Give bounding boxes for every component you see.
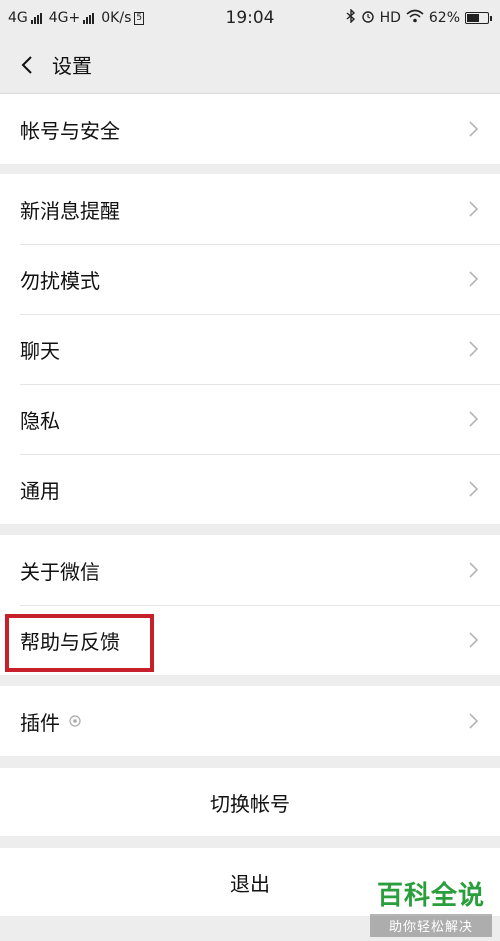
back-arrow-icon[interactable] <box>16 54 38 76</box>
hd-icon: HD <box>379 10 401 26</box>
status-bar: 4G 4G+ 0K/s 5 19:04 HD 62% <box>0 0 500 36</box>
chevron-right-icon <box>466 339 480 359</box>
settings-item-label: 帐号与安全 <box>20 118 120 143</box>
signal-icon <box>30 12 42 24</box>
settings-group-about: 关于微信 帮助与反馈 <box>0 535 500 675</box>
settings-group-account: 帐号与安全 <box>0 94 500 164</box>
page-title: 设置 <box>52 54 92 78</box>
watermark-logo: 百科全说 助你轻松解决 <box>370 880 492 937</box>
settings-item-chat[interactable]: 聊天 <box>0 314 500 384</box>
settings-group-general: 新消息提醒 勿扰模式 聊天 隐私 通用 <box>0 174 500 524</box>
battery-fill <box>467 14 480 22</box>
speed-label: 0K/s <box>101 10 132 26</box>
switch-account-button[interactable]: 切换帐号 <box>0 768 500 836</box>
network-label-2: 4G+ <box>48 10 81 26</box>
sim-icon: 5 <box>134 11 145 25</box>
chevron-right-icon <box>466 409 480 429</box>
settings-group-plugins: 插件 <box>0 686 500 756</box>
chevron-right-icon <box>466 630 480 650</box>
settings-item-label: 聊天 <box>20 338 60 363</box>
settings-item-label: 隐私 <box>20 408 60 433</box>
status-right: HD 62% <box>346 8 492 27</box>
settings-item-general[interactable]: 通用 <box>0 454 500 524</box>
chevron-right-icon <box>466 119 480 139</box>
settings-item-help-feedback[interactable]: 帮助与反馈 <box>0 605 500 675</box>
battery-icon <box>465 12 492 24</box>
signal-icon-2 <box>83 12 95 24</box>
network-label-1: 4G <box>8 10 28 26</box>
settings-item-do-not-disturb[interactable]: 勿扰模式 <box>0 244 500 314</box>
alarm-icon <box>361 9 375 27</box>
settings-item-label: 关于微信 <box>20 559 100 584</box>
chevron-right-icon <box>466 199 480 219</box>
settings-item-notifications[interactable]: 新消息提醒 <box>0 174 500 244</box>
settings-item-privacy[interactable]: 隐私 <box>0 384 500 454</box>
watermark-subtitle: 助你轻松解决 <box>370 914 492 937</box>
wifi-icon <box>406 9 424 27</box>
chevron-right-icon <box>466 479 480 499</box>
bluetooth-icon <box>346 8 356 27</box>
chevron-right-icon <box>466 269 480 289</box>
plugin-badge-icon <box>68 714 82 728</box>
settings-item-label: 插件 <box>20 710 60 735</box>
nav-bar: 设置 <box>0 36 500 94</box>
settings-item-label: 帮助与反馈 <box>20 629 120 654</box>
status-left: 4G 4G+ 0K/s 5 <box>8 10 145 26</box>
battery-percent: 62% <box>428 10 460 26</box>
settings-item-account-security[interactable]: 帐号与安全 <box>0 94 500 164</box>
settings-item-label: 勿扰模式 <box>20 268 100 293</box>
settings-item-about-wechat[interactable]: 关于微信 <box>0 535 500 605</box>
chevron-right-icon <box>466 711 480 731</box>
settings-item-plugins[interactable]: 插件 <box>0 686 500 756</box>
settings-item-label: 新消息提醒 <box>20 198 120 223</box>
watermark-title: 百科全说 <box>376 881 485 911</box>
settings-item-label: 通用 <box>20 478 60 503</box>
chevron-right-icon <box>466 560 480 580</box>
